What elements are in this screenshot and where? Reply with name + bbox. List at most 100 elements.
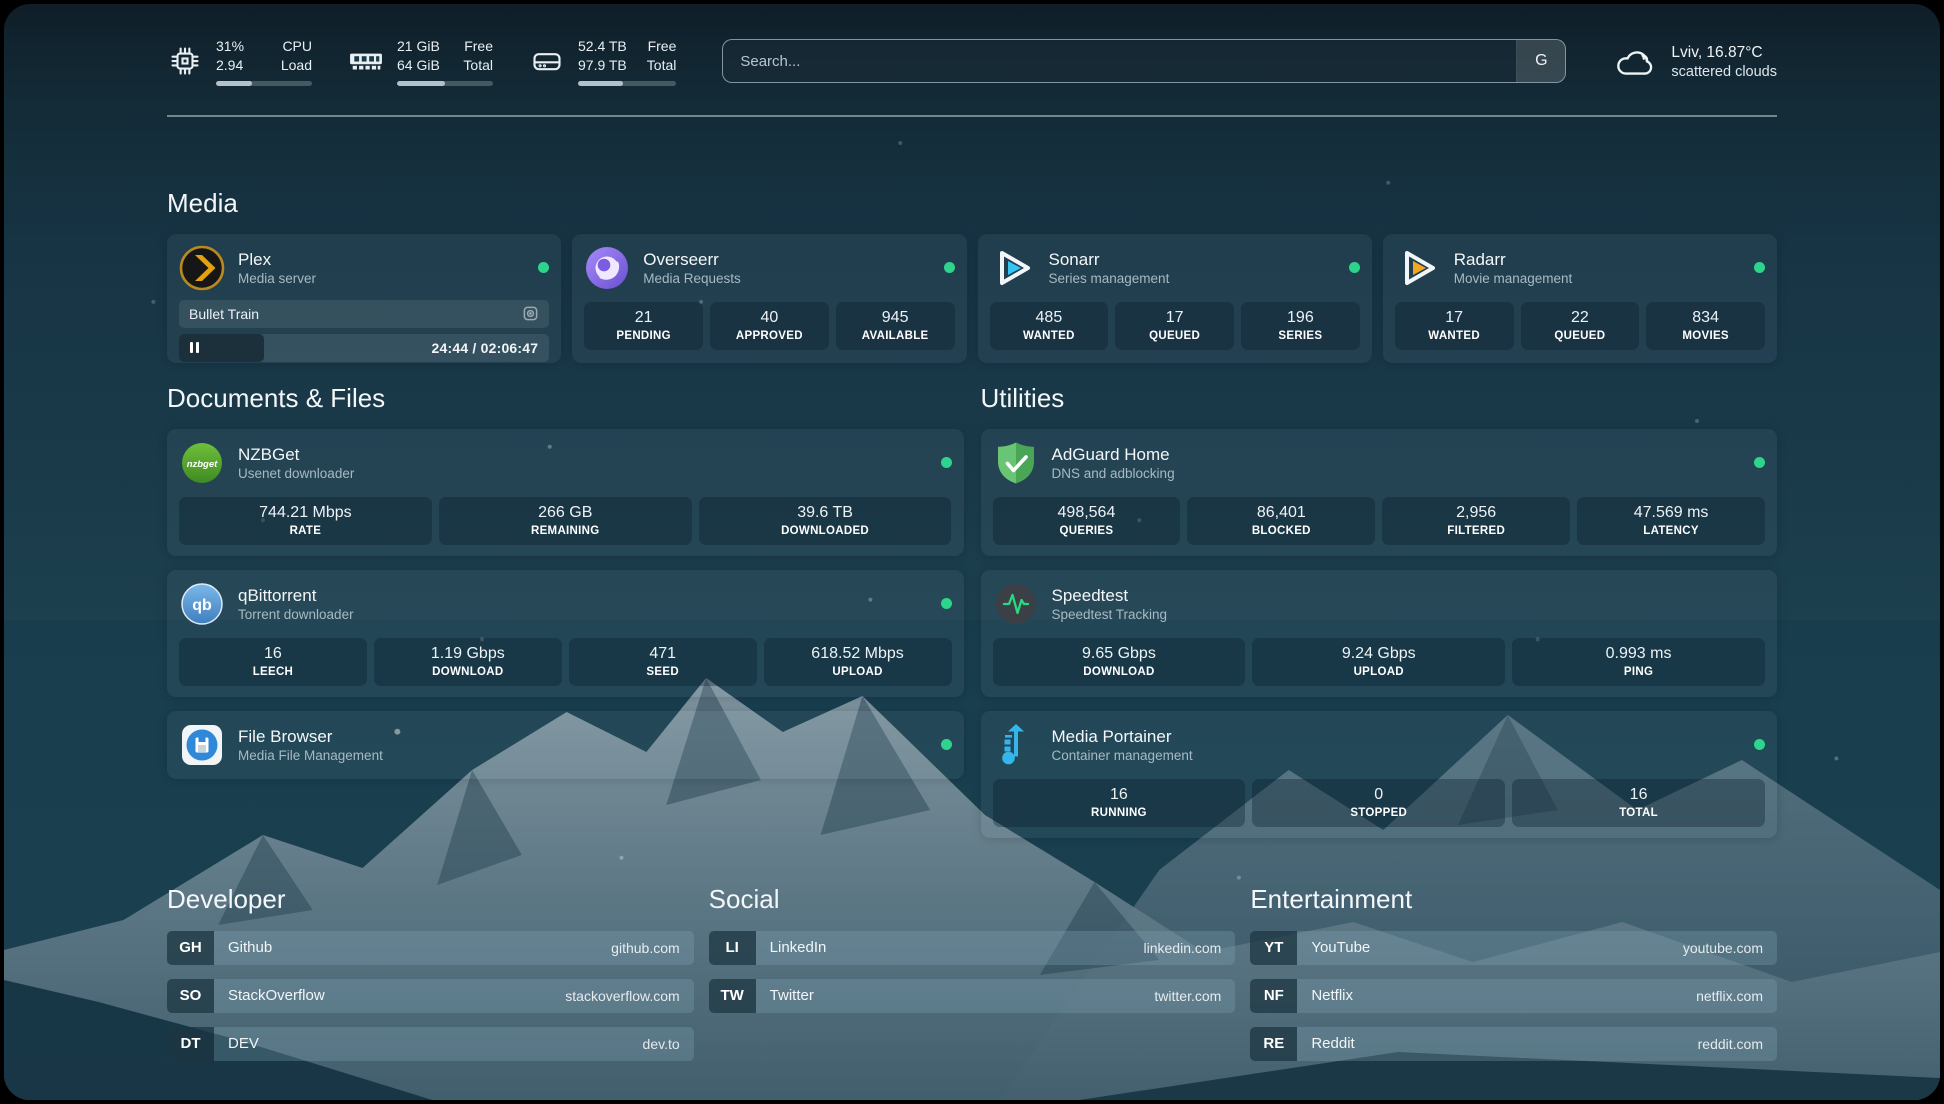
now-playing-row: Bullet Train xyxy=(179,300,549,328)
stat-value: 744.21 Mbps xyxy=(183,504,428,522)
stat-value: 2,956 xyxy=(1386,504,1566,522)
service-name[interactable]: AdGuard Home xyxy=(1052,444,1175,466)
status-dot xyxy=(1754,262,1765,273)
bookmark-abbr: RE xyxy=(1250,1027,1297,1061)
stat-value: 16 xyxy=(1516,786,1761,804)
service-name[interactable]: Plex xyxy=(238,249,316,271)
radarr-card: Radarr Movie management 17 WANTED 22 QUE… xyxy=(1383,234,1777,363)
dashboard-screen: 31% 2.94 CPU Load xyxy=(4,4,1940,1100)
stat-label: QUEUED xyxy=(1525,330,1636,342)
stat-label: TOTAL xyxy=(1516,807,1761,819)
radarr-icon xyxy=(1395,245,1441,291)
media-type-icon xyxy=(522,305,539,322)
stat-label: BLOCKED xyxy=(1191,525,1371,537)
stat-label: WANTED xyxy=(1399,330,1510,342)
pause-icon[interactable] xyxy=(190,342,199,353)
stat-label: PING xyxy=(1516,666,1761,678)
service-name[interactable]: Sonarr xyxy=(1049,249,1170,271)
stat-value: 40 xyxy=(714,309,825,327)
bookmark-url: youtube.com xyxy=(1683,931,1777,965)
bookmark-reddit[interactable]: RE Reddit reddit.com xyxy=(1250,1027,1777,1061)
stat-value: 618.52 Mbps xyxy=(768,645,948,663)
stat-value: 16 xyxy=(997,786,1242,804)
bookmark-group-social: Social LI LinkedIn linkedin.com TW Twitt… xyxy=(709,862,1236,1075)
memory-total-value: 64 GiB xyxy=(397,56,440,75)
cpu-progress-track xyxy=(216,81,312,86)
bookmark-name: Twitter xyxy=(756,979,1155,1013)
playback-progress-bar: 24:44 / 02:06:47 xyxy=(179,334,549,362)
service-name[interactable]: Overseerr xyxy=(643,249,741,271)
qbittorrent-card: qb qBittorrent Torrent downloader 16 LEE… xyxy=(167,570,964,697)
bookmark-abbr: DT xyxy=(167,1027,214,1061)
stat-block: 16 RUNNING xyxy=(993,779,1246,827)
nzbget-icon: nzbget xyxy=(179,440,225,486)
stat-block: 0.993 ms PING xyxy=(1512,638,1765,686)
cpu-widget: 31% 2.94 CPU Load xyxy=(167,37,312,86)
weather-location-temp: Lviv, 16.87°C xyxy=(1671,42,1777,64)
resource-widgets: 31% 2.94 CPU Load xyxy=(167,37,676,86)
stat-block: 0 STOPPED xyxy=(1252,779,1505,827)
stat-block: 39.6 TB DOWNLOADED xyxy=(699,497,952,545)
bookmark-github[interactable]: GH Github github.com xyxy=(167,931,694,965)
service-name[interactable]: Radarr xyxy=(1454,249,1573,271)
bookmark-netflix[interactable]: NF Netflix netflix.com xyxy=(1250,979,1777,1013)
playback-progress-fill xyxy=(179,334,264,362)
top-bar: 31% 2.94 CPU Load xyxy=(167,4,1777,86)
disk-widget: 52.4 TB 97.9 TB Free Total xyxy=(529,37,676,86)
stat-value: 39.6 TB xyxy=(703,504,948,522)
section-title-developer: Developer xyxy=(167,884,694,915)
bookmark-youtube[interactable]: YT YouTube youtube.com xyxy=(1250,931,1777,965)
sonarr-icon xyxy=(990,245,1036,291)
stat-value: 17 xyxy=(1119,309,1230,327)
service-subtitle: Series management xyxy=(1049,271,1170,286)
svg-text:nzbget: nzbget xyxy=(187,459,218,470)
qbittorrent-icon: qb xyxy=(179,581,225,627)
stat-block: 618.52 Mbps UPLOAD xyxy=(764,638,952,686)
stat-block: 498,564 QUERIES xyxy=(993,497,1181,545)
bookmark-name: Github xyxy=(214,931,611,965)
service-name[interactable]: File Browser xyxy=(238,726,383,748)
stat-block: 16 LEECH xyxy=(179,638,367,686)
stat-block: 471 SEED xyxy=(569,638,757,686)
section-title-entertainment: Entertainment xyxy=(1250,884,1777,915)
bookmark-url: twitter.com xyxy=(1154,979,1235,1013)
stat-block: 17 WANTED xyxy=(1395,302,1514,350)
disk-icon xyxy=(529,46,565,76)
stat-block: 2,956 FILTERED xyxy=(1382,497,1570,545)
bookmark-url: dev.to xyxy=(643,1027,694,1061)
stat-label: REMAINING xyxy=(443,525,688,537)
speedtest-card: Speedtest Speedtest Tracking 9.65 Gbps D… xyxy=(981,570,1778,697)
stat-label: UPLOAD xyxy=(768,666,948,678)
bookmark-dev[interactable]: DT DEV dev.to xyxy=(167,1027,694,1061)
cpu-progress-fill xyxy=(216,81,252,86)
stat-block: 21 PENDING xyxy=(584,302,703,350)
service-name[interactable]: Media Portainer xyxy=(1052,726,1193,748)
service-subtitle: Speedtest Tracking xyxy=(1052,607,1168,622)
service-name[interactable]: Speedtest xyxy=(1052,585,1168,607)
now-playing-title: Bullet Train xyxy=(189,306,522,322)
status-dot xyxy=(941,457,952,468)
stat-label: SEED xyxy=(573,666,753,678)
stat-block: 22 QUEUED xyxy=(1521,302,1640,350)
service-name[interactable]: qBittorrent xyxy=(238,585,354,607)
stat-block: 196 SERIES xyxy=(1241,302,1360,350)
search-provider-button[interactable]: G xyxy=(1516,40,1565,82)
cpu-load-label: Load xyxy=(281,56,312,75)
stat-label: APPROVED xyxy=(714,330,825,342)
memory-widget: 21 GiB 64 GiB Free Total xyxy=(348,37,493,86)
bookmark-stackoverflow[interactable]: SO StackOverflow stackoverflow.com xyxy=(167,979,694,1013)
stat-block: 9.24 Gbps UPLOAD xyxy=(1252,638,1505,686)
service-name[interactable]: NZBGet xyxy=(238,444,354,466)
stat-label: DOWNLOADED xyxy=(703,525,948,537)
section-title-social: Social xyxy=(709,884,1236,915)
search-input[interactable] xyxy=(723,40,1516,82)
memory-icon xyxy=(348,49,384,73)
section-title-utilities: Utilities xyxy=(981,383,1778,414)
bookmark-twitter[interactable]: TW Twitter twitter.com xyxy=(709,979,1236,1013)
stat-value: 834 xyxy=(1650,309,1761,327)
overseerr-card: Overseerr Media Requests 21 PENDING 40 A… xyxy=(572,234,966,363)
bookmark-linkedin[interactable]: LI LinkedIn linkedin.com xyxy=(709,931,1236,965)
service-subtitle: Media File Management xyxy=(238,748,383,763)
bookmark-url: netflix.com xyxy=(1696,979,1777,1013)
bookmark-abbr: GH xyxy=(167,931,214,965)
